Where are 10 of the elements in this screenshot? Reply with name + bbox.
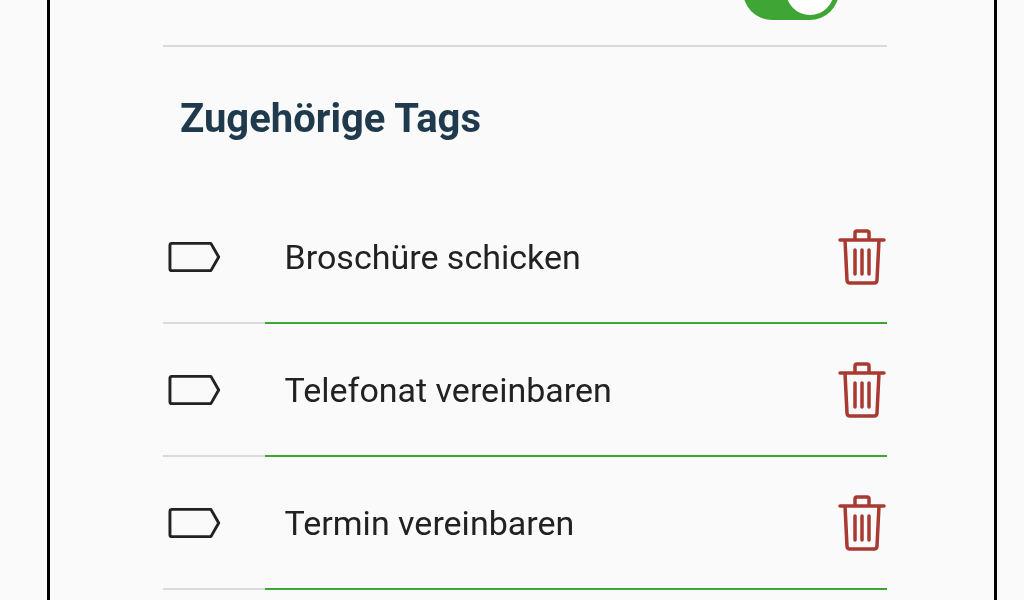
section-title: Zugehörige Tags [180,95,482,143]
tag-icon [168,373,222,406]
tag-icon [168,506,222,539]
delete-icon[interactable] [837,360,887,419]
tag-label[interactable]: Telefonat vereinbaren [284,369,733,410]
tag-icon [168,240,222,273]
tag-label[interactable]: Broschüre schicken [284,236,733,277]
delete-icon[interactable] [837,227,887,286]
tag-label[interactable]: Termin vereinbaren [284,502,733,543]
delete-icon[interactable] [837,493,887,552]
